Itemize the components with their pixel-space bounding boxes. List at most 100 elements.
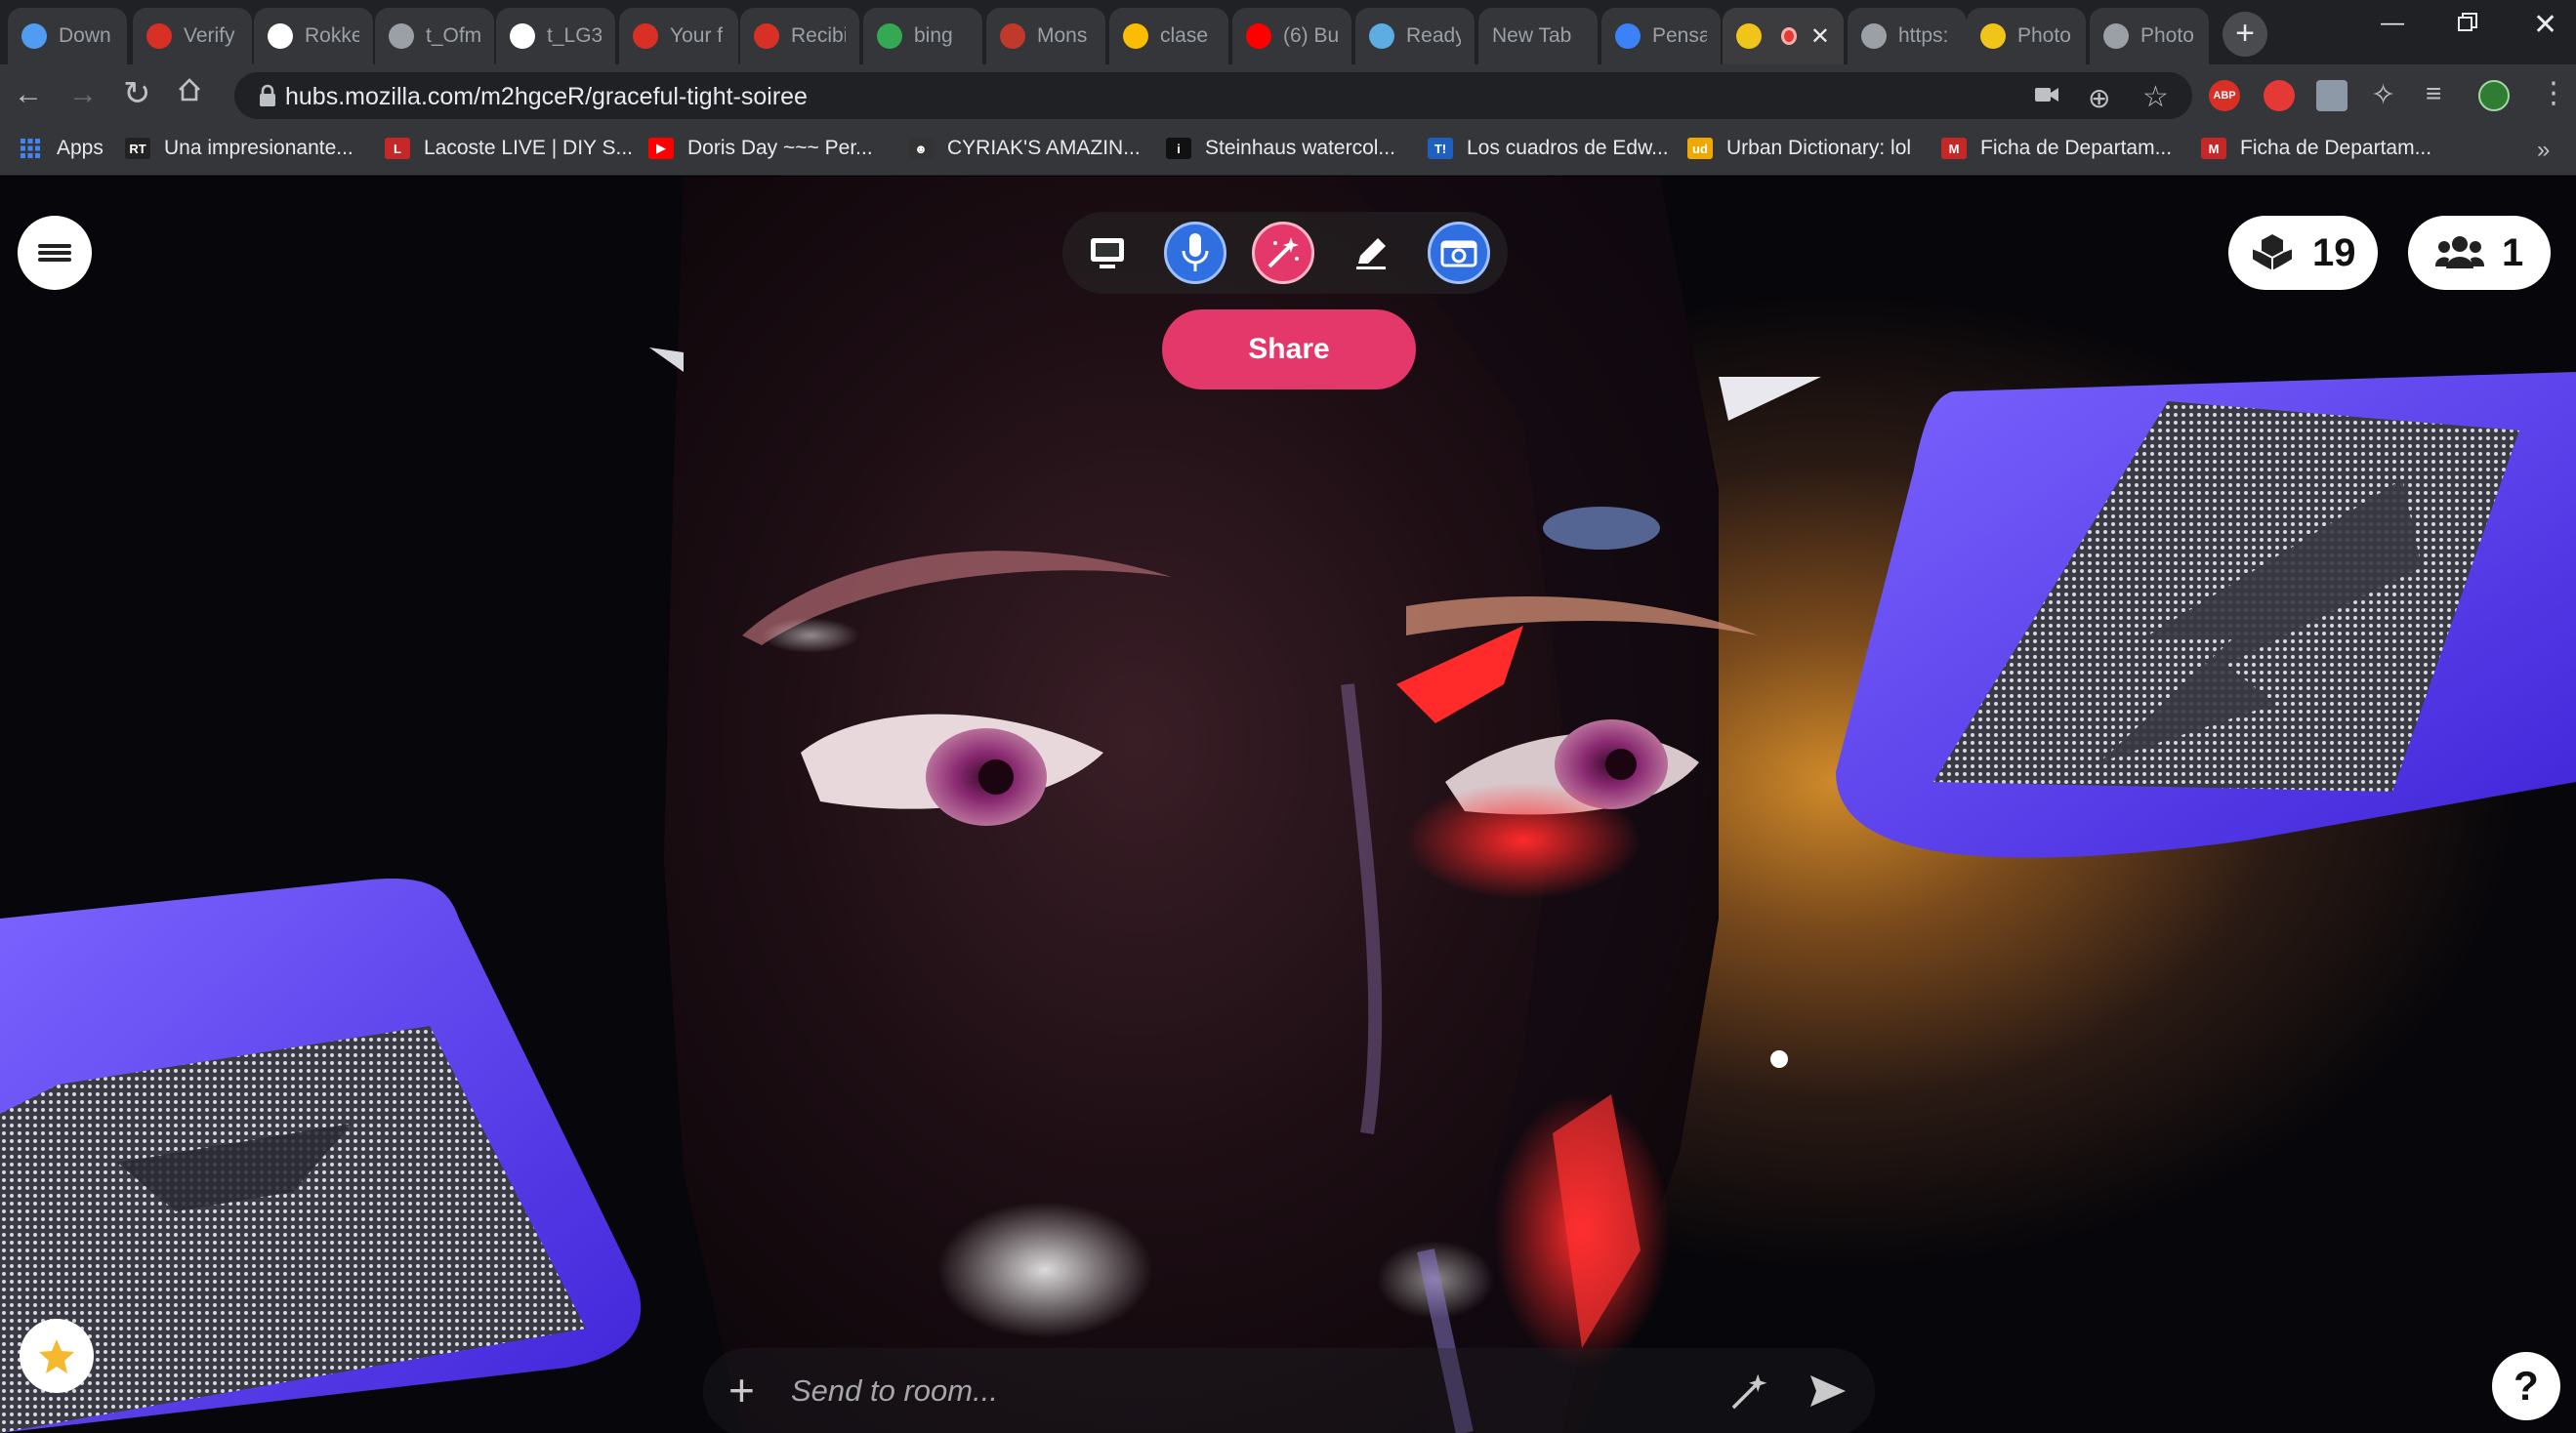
bookmark-label: Los cuadros de Edw...	[1467, 137, 1669, 159]
new-tab-button[interactable]: +	[2223, 12, 2267, 57]
objects-counter[interactable]: 19	[2228, 216, 2378, 290]
close-tab-icon[interactable]: ✕	[1810, 22, 1830, 51]
browser-tab[interactable]: Ready	[1355, 8, 1475, 64]
browser-tab[interactable]: t_Ofm	[375, 8, 494, 64]
objects-icon	[2251, 234, 2294, 273]
tab-favicon-icon	[1246, 23, 1271, 49]
bookmark-favicon-icon: M	[1941, 138, 1967, 159]
media-playlist-icon[interactable]: ≡	[2426, 78, 2457, 109]
browser-tab[interactable]: Photo	[1967, 8, 2086, 64]
browser-tab[interactable]: Recibi	[740, 8, 859, 64]
bookmark-item[interactable]: ▶ Doris Day ~~~ Per...	[648, 137, 873, 160]
zoom-icon[interactable]: ⊕	[2088, 82, 2110, 114]
browser-tab[interactable]: Verify	[133, 8, 252, 64]
browser-tab[interactable]: New Tab	[1478, 8, 1598, 64]
browser-tab[interactable]: Photo	[2090, 8, 2209, 64]
lock-icon	[260, 84, 275, 106]
share-button[interactable]: Share	[1162, 309, 1416, 389]
browser-tab[interactable]: Down	[8, 8, 127, 64]
question-icon: ?	[2514, 1363, 2539, 1409]
pen-icon	[1356, 238, 1386, 269]
tab-title: Ready	[1406, 24, 1461, 47]
bookmark-label: Steinhaus watercol...	[1205, 137, 1395, 159]
tab-favicon-icon	[21, 23, 47, 49]
browser-tab[interactable]: bing	[863, 8, 982, 64]
add-media-icon[interactable]: +	[728, 1368, 755, 1413]
bookmark-item[interactable]: L Lacoste LIVE | DIY S...	[385, 137, 633, 160]
forward-icon[interactable]: →	[68, 78, 98, 111]
tab-title: t_Ofm	[426, 24, 480, 47]
address-bar[interactable]: hubs.mozilla.com/m2hgceR/graceful-tight-…	[234, 72, 2192, 119]
people-counter[interactable]: 1	[2408, 216, 2552, 290]
reload-icon[interactable]: ↻	[123, 74, 151, 113]
browser-tab[interactable]: ✕	[1723, 8, 1844, 64]
browser-tab[interactable]: Pensa	[1601, 8, 1721, 64]
browser-tab[interactable]: clase	[1109, 8, 1228, 64]
back-icon[interactable]: ←	[14, 78, 43, 111]
hubs-toolbar	[1062, 212, 1508, 294]
avatar[interactable]	[2478, 80, 2510, 111]
bookmark-item[interactable]: RT Una impresionante...	[125, 137, 353, 160]
close-window-icon[interactable]: ✕	[2533, 8, 2557, 42]
tab-favicon-icon	[2103, 23, 2129, 49]
recording-indicator-icon	[1781, 27, 1797, 45]
pen-button[interactable]	[1340, 222, 1402, 284]
menu-button[interactable]	[18, 216, 92, 290]
send-icon[interactable]	[1807, 1370, 1849, 1413]
bookmark-favicon-icon: M	[2201, 138, 2226, 159]
tab-title: (6) Bu	[1283, 24, 1338, 47]
tab-favicon-icon	[1736, 23, 1762, 49]
browser-tab[interactable]: Your f	[619, 8, 738, 64]
browser-tab[interactable]: t_LG3	[496, 8, 615, 64]
bookmark-label: Una impresionante...	[164, 137, 353, 159]
chat-input[interactable]	[791, 1370, 1631, 1413]
url-text: hubs.mozilla.com/m2hgceR/graceful-tight-…	[285, 83, 808, 111]
extensions-puzzle-icon[interactable]: ✧	[2371, 78, 2402, 111]
opera-icon[interactable]	[2264, 80, 2295, 111]
bookmark-item[interactable]: ud Urban Dictionary: lol	[1687, 137, 1911, 160]
tab-favicon-icon	[1861, 23, 1887, 49]
bookmark-label: Lacoste LIVE | DIY S...	[424, 137, 634, 159]
tab-title: https:	[1898, 24, 1949, 47]
bookmark-item[interactable]: ☻ CYRIAK'S AMAZIN...	[908, 137, 1141, 160]
browser-tab[interactable]: https:	[1848, 8, 1967, 64]
browser-tab[interactable]: (6) Bu	[1232, 8, 1351, 64]
adblock-icon[interactable]: ABP	[2209, 80, 2240, 111]
hubs-scene[interactable]: Share 19 1 + ?	[0, 177, 2576, 1433]
tab-favicon-icon	[877, 23, 902, 49]
camera-icon[interactable]	[2034, 84, 2059, 112]
microphone-button[interactable]	[1164, 222, 1226, 284]
bookmarks-bar: Apps RT Una impresionante... L Lacoste LIVE …	[0, 125, 2576, 176]
tab-title: Pensa	[1652, 24, 1707, 47]
hamburger-icon	[38, 241, 71, 265]
bookmark-label: Ficha de Departam...	[1980, 137, 2173, 159]
bookmark-label: Apps	[57, 137, 104, 159]
minimize-icon[interactable]: —	[2381, 10, 2404, 37]
tab-title: Down	[59, 24, 111, 47]
bookmark-item[interactable]: M Ficha de Departam...	[2201, 137, 2431, 160]
bookmark-item[interactable]: T! Los cuadros de Edw...	[1428, 137, 1669, 160]
chat-magic-wand-icon[interactable]	[1726, 1370, 1771, 1414]
screen-share-button[interactable]	[1076, 222, 1139, 284]
bookmark-favicon-icon: RT	[125, 138, 150, 159]
bookmark-star-icon[interactable]: ☆	[2142, 80, 2169, 114]
create-object-button[interactable]	[1252, 222, 1314, 284]
restore-icon[interactable]	[2457, 12, 2478, 40]
magic-wand-icon	[1267, 237, 1299, 268]
favorite-room-button[interactable]	[20, 1319, 94, 1393]
bookmark-item[interactable]: M Ficha de Departam...	[1941, 137, 2172, 160]
chat-bar: +	[703, 1348, 1875, 1433]
image-extension-icon[interactable]	[2316, 80, 2347, 111]
browser-tab[interactable]: Mons	[986, 8, 1105, 64]
help-button[interactable]: ?	[2492, 1352, 2560, 1420]
camera-button[interactable]	[1428, 222, 1490, 284]
tab-favicon-icon	[754, 23, 779, 49]
more-bookmarks-icon[interactable]: »	[2537, 137, 2550, 164]
browser-tab[interactable]: Rokke	[254, 8, 373, 64]
home-icon[interactable]	[176, 76, 203, 111]
browser-window: Down Verify Rokke t_Ofm t_LG3 Your f Recibi bin…	[0, 0, 2576, 1433]
bookmark-item[interactable]: i Steinhaus watercol...	[1166, 137, 1395, 160]
star-icon	[39, 1339, 74, 1373]
bookmark-item[interactable]: Apps	[18, 137, 104, 160]
menu-kebab-icon[interactable]: ⋮	[2539, 76, 2570, 109]
